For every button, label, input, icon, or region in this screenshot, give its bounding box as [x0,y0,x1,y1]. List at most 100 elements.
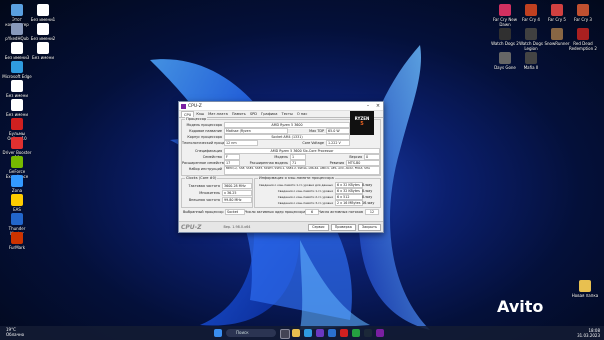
family-label: Семейство [202,155,222,159]
steam-icon[interactable] [364,329,372,337]
tech-label: Технологический процесс [182,141,229,145]
desktop-icon-label: Без имени2 [30,36,56,41]
l2-way: 8-way [362,195,373,199]
cpuz-window[interactable]: CPU-Z – × CPU Кэш Мат.плата Память SPD Г… [178,101,384,233]
tab-memory[interactable]: Память [230,111,248,117]
app-icon [11,61,23,73]
cache-group: Информация о кэш-памяти процессора Сведе… [254,176,381,208]
minimize-button[interactable]: – [363,102,373,110]
app-icon [11,156,23,168]
l3-label: Сведения о кэш-памяти 3-го уровня [277,201,333,205]
tech-value: 12 nm [224,140,258,146]
desktop-icon-label: Без имени [6,93,28,98]
desktop-icon[interactable]: Новая папка [570,280,600,298]
desktop-icon[interactable]: Zona [2,175,32,193]
app-icon [577,28,589,40]
app-icon [11,23,23,35]
desktop-icon-label: EAS [13,207,21,212]
voltage-value: 1.222 V [326,140,350,146]
tools-button[interactable]: Сервис [308,223,329,231]
mail-icon[interactable] [328,329,336,337]
validate-button[interactable]: Проверка [330,223,356,231]
ext-family-label: Расширенное семейство [182,161,226,165]
edge-icon[interactable] [304,329,312,337]
opera-icon[interactable] [340,329,348,337]
desktop-icon-label: FurMark [8,245,26,250]
desktop-icon[interactable]: Microsoft Edge [2,61,32,79]
codename-label: Кодовое название [189,129,222,133]
app-icon [11,232,23,244]
app-icon [37,42,49,54]
weather-desc: Облачно [6,332,25,337]
tab-about[interactable]: О нас [295,111,310,117]
app-icon [525,4,537,16]
app-icon [11,137,23,149]
maxtdp-label: Max TDP [309,129,324,133]
tab-graphics[interactable]: Графика [259,111,279,117]
cores-label: Число активных ядер процессора [245,210,306,214]
taskbar: 19°C Облачно Поиск 18:08 31.03.2023 [0,326,604,340]
desktop-icon[interactable]: Mafia II [516,52,546,70]
file-explorer-icon[interactable] [292,329,300,337]
bus-value: 99.80 MHz [222,197,252,203]
avito-watermark: Avito [497,297,544,316]
app-icon [525,28,537,40]
app-icon [499,52,511,64]
l1i-label: Сведения о кэш-памяти 1-го уровня [277,189,333,193]
cache-group-title: Информация о кэш-памяти процессора [258,176,335,180]
app-icon [551,28,563,40]
whatsapp-icon[interactable] [352,329,360,337]
desktop-icon[interactable]: Без имени2 [28,23,58,41]
l1d-way: 8-way [362,183,373,187]
start-icon[interactable] [214,329,222,337]
desktop-icon[interactable]: Red Dead Redemption 2 [568,28,598,51]
revision-label: Ревизия [329,161,344,165]
core-speed-label: Тактовая частота [188,184,221,188]
app-icon [11,175,23,187]
cpuz-titlebar[interactable]: CPU-Z – × [179,102,383,111]
bus-label: Внешняя частота [188,198,220,202]
search-box[interactable]: Поиск [226,329,276,337]
cpuz-taskbar-icon[interactable] [376,329,384,337]
weather-widget[interactable]: 19°C Облачно [6,327,24,337]
voltage-label: Core Voltage [302,141,324,145]
desktop-icon-label: Без имени1 [30,17,56,22]
desktop-icon[interactable]: EAS [2,194,32,212]
name-label: Модель процессора [186,123,222,127]
tab-spd[interactable]: SPD [248,111,259,117]
tab-mainboard[interactable]: Мат.плата [206,111,230,117]
selection-label: Выбранный процессор [183,210,224,214]
app-icon [579,280,591,292]
desktop-icon-label: Microsoft Edge [2,74,32,79]
desktop-icon[interactable]: Far Cry 3 [568,4,598,22]
app-icon [11,99,23,111]
desktop-icon[interactable]: Без имени1 [28,4,58,22]
instr-label: Набор инструкций [188,167,222,171]
selection-dropdown[interactable]: Socket #1 [225,209,245,215]
desktop-icon[interactable]: FurMark [2,232,32,250]
cpuz-title: CPU-Z [188,103,202,109]
desktop-icon[interactable]: Без имени [2,99,32,117]
desktop-icon[interactable]: Без имени [2,80,32,98]
l1d-label: Сведения о кэш-памяти 1-го уровня для да… [258,183,333,187]
clock[interactable]: 18:08 31.03.2023 [577,328,600,338]
store-icon[interactable] [316,329,324,337]
desktop-icon-label: Без имени [6,112,28,117]
app-icon [11,213,23,225]
tab-bench[interactable]: Тесты [280,111,295,117]
task-view-icon[interactable] [280,329,290,339]
threads-value: 12 [365,209,379,215]
close-window-button[interactable]: Закрыть [357,223,381,231]
clocks-group: Clocks (Core #0) Тактовая частота 3600.2… [181,176,253,208]
desktop-icon-label: Новая папка [571,293,599,298]
app-icon [577,4,589,16]
close-button[interactable]: × [373,102,383,110]
amd-ryzen-logo: RYZEN 5 [350,111,374,135]
model-label: Модель [274,155,288,159]
desktop-icon[interactable]: Без имени [28,42,58,60]
processor-group-title: Процессор [185,117,208,121]
desktop-icon-label: Zona [11,188,23,193]
app-icon [499,28,511,40]
core-speed-value: 3600.28 MHz [222,183,252,189]
desktop-icon-label: Mafia II [523,65,539,70]
